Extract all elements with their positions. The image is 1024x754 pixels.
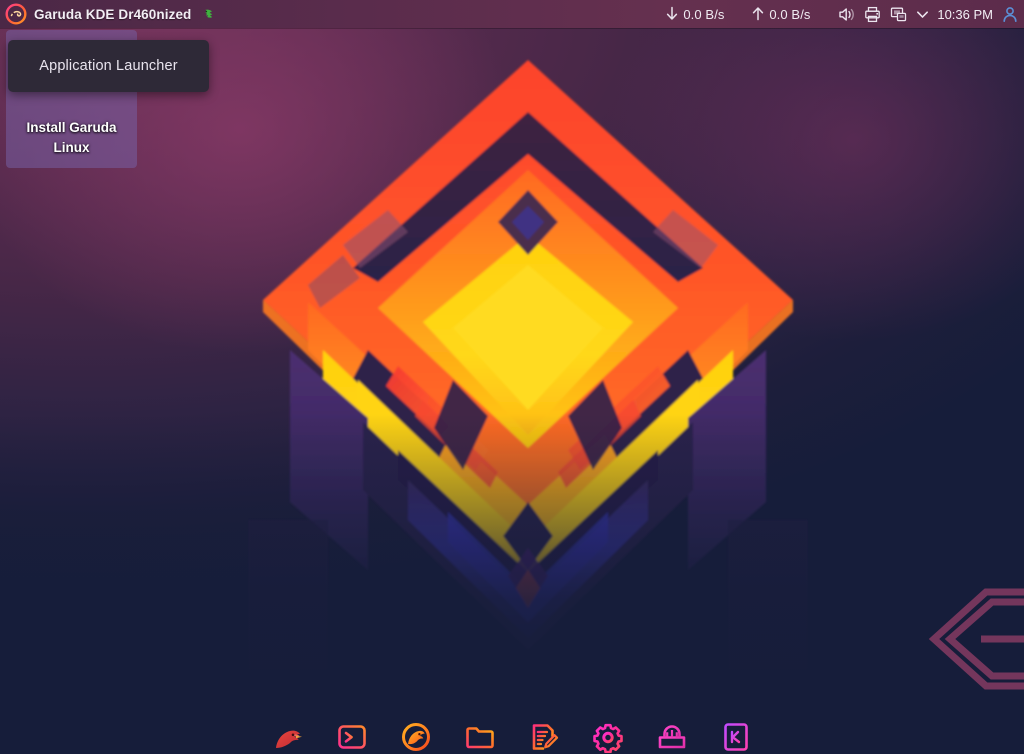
panel-left-group: Garuda KDE Dr460nized: [0, 3, 216, 25]
corner-chevron-decoration: [926, 584, 1024, 694]
network-download-group[interactable]: 0.0 B/s: [661, 6, 747, 23]
dragon-circle-icon: [400, 721, 432, 753]
printer-icon[interactable]: [859, 0, 885, 28]
upload-speed-value: 0.0 B/s: [769, 6, 811, 22]
eagle-head-icon: [272, 721, 304, 753]
terminal-prompt-icon: [336, 721, 368, 753]
panel-right-group: 0.0 B/s 0.0 B/s 10:36 PM: [661, 0, 1024, 28]
dock-item-firedragon-browser[interactable]: [271, 720, 305, 754]
desktop[interactable]: Garuda KDE Dr460nized 0.0 B/s 0.0 B/s 10…: [0, 0, 1024, 754]
dock-item-system-settings[interactable]: [591, 720, 625, 754]
green-dragon-badge-icon[interactable]: [201, 7, 216, 22]
dock-item-software-center[interactable]: [655, 720, 689, 754]
tooltip-text: Application Launcher: [39, 58, 178, 74]
network-upload-group[interactable]: 0.0 B/s: [747, 6, 833, 23]
arrow-down-icon: [661, 6, 683, 23]
display-icon[interactable]: [885, 0, 911, 28]
clock[interactable]: 10:36 PM: [933, 7, 999, 22]
garuda-logo-icon[interactable]: [5, 3, 27, 25]
download-speed-value: 0.0 B/s: [683, 6, 725, 22]
dock-item-text-editor[interactable]: [527, 720, 561, 754]
user-account-icon[interactable]: [999, 0, 1021, 28]
volume-icon[interactable]: [833, 0, 859, 28]
application-launcher-tooltip: Application Launcher: [8, 40, 209, 92]
dock-item-terminal[interactable]: [335, 720, 369, 754]
dock-item-garuda-browser[interactable]: [399, 720, 433, 754]
dock-item-file-manager[interactable]: [463, 720, 497, 754]
document-pencil-icon: [528, 721, 560, 753]
shopping-bag-icon: [656, 721, 688, 753]
dock[interactable]: [0, 714, 1024, 754]
gear-icon: [592, 721, 624, 753]
desktop-icon-label: Install Garuda Linux: [26, 120, 117, 155]
top-panel[interactable]: Garuda KDE Dr460nized 0.0 B/s 0.0 B/s 10…: [0, 0, 1024, 28]
arrow-up-icon: [747, 6, 769, 23]
dock-item-kate-editor[interactable]: [719, 720, 753, 754]
chevron-down-icon[interactable]: [911, 0, 933, 28]
wallpaper-bottom-fade: [0, 414, 1024, 754]
k-letter-box-icon: [720, 721, 752, 753]
panel-title: Garuda KDE Dr460nized: [34, 6, 192, 22]
folder-icon: [464, 721, 496, 753]
